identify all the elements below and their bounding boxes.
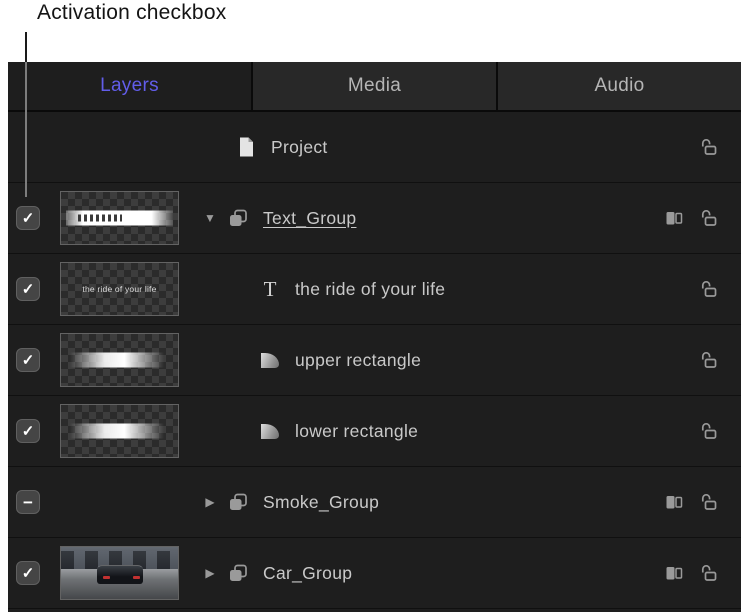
checkbox-cell: ✓ — [8, 206, 60, 230]
check-icon: ✓ — [22, 282, 35, 297]
mixed-state-icon: − — [23, 494, 33, 511]
group-icon — [223, 207, 253, 229]
disclosure-triangle-expanded-icon[interactable]: ▼ — [197, 211, 223, 225]
row-right-icons — [699, 279, 741, 299]
shape-layer-icon — [255, 424, 285, 439]
unlock-icon[interactable] — [699, 279, 719, 299]
thumbnail-car — [97, 565, 143, 585]
unlock-icon[interactable] — [699, 137, 719, 157]
activation-checkbox[interactable]: ✓ — [16, 419, 40, 443]
check-icon: ✓ — [22, 424, 35, 439]
activation-checkbox[interactable]: ✓ — [16, 561, 40, 585]
check-icon: ✓ — [22, 353, 35, 368]
layer-content: ▼ Text_Group — [195, 207, 664, 229]
layer-content: T the ride of your life — [195, 277, 699, 302]
thumbnail-text-marks — [78, 215, 122, 222]
layer-thumbnail[interactable]: the ride of your life — [60, 262, 179, 316]
layer-row-lower-rectangle[interactable]: ✓ lower rectangle — [8, 396, 741, 467]
tab-audio[interactable]: Audio — [498, 62, 741, 110]
layer-row-smoke-group[interactable]: − ▶ Smoke_Group — [8, 467, 741, 538]
row-right-icons — [664, 492, 741, 512]
group-frames-icon[interactable] — [664, 563, 684, 583]
unlock-icon[interactable] — [699, 421, 719, 441]
thumbnail-cell — [60, 333, 195, 387]
unlock-icon[interactable] — [699, 350, 719, 370]
layer-thumbnail[interactable] — [60, 191, 179, 245]
activation-checkbox[interactable]: ✓ — [16, 348, 40, 372]
thumbnail-cell — [60, 546, 195, 600]
layer-content: Project — [195, 136, 699, 158]
layer-content: lower rectangle — [195, 421, 699, 442]
layers-panel: Layers Media Audio Project ✓ — [8, 62, 741, 612]
activation-checkbox[interactable]: ✓ — [16, 206, 40, 230]
thumbnail-cell — [60, 404, 195, 458]
tab-layers[interactable]: Layers — [8, 62, 253, 110]
group-icon — [223, 562, 253, 584]
unlock-icon[interactable] — [699, 208, 719, 228]
group-frames-icon[interactable] — [664, 208, 684, 228]
group-frames-icon[interactable] — [664, 492, 684, 512]
row-right-icons — [664, 208, 741, 228]
text-layer-icon: T — [255, 277, 285, 302]
layer-name[interactable]: Car_Group — [263, 563, 352, 584]
checkbox-cell: − — [8, 490, 60, 514]
layers-list: Project ✓ ▼ T — [8, 112, 741, 609]
disclosure-triangle-collapsed-icon[interactable]: ▶ — [197, 566, 223, 580]
thumbnail-cell — [60, 191, 195, 245]
activation-checkbox[interactable]: ✓ — [16, 277, 40, 301]
row-right-icons — [699, 137, 741, 157]
layer-row-text-group[interactable]: ✓ ▼ Text_Group — [8, 183, 741, 254]
layer-name[interactable]: the ride of your life — [295, 279, 445, 300]
row-right-icons — [664, 563, 741, 583]
unlock-icon[interactable] — [699, 492, 719, 512]
layer-name[interactable]: Text_Group — [263, 208, 356, 229]
checkbox-cell: ✓ — [8, 419, 60, 443]
tab-media[interactable]: Media — [253, 62, 498, 110]
layer-name[interactable]: Smoke_Group — [263, 492, 379, 513]
layer-thumbnail[interactable] — [60, 404, 179, 458]
layer-row-upper-rectangle[interactable]: ✓ upper rectangle — [8, 325, 741, 396]
thumbnail-gradient-band — [66, 211, 174, 226]
layer-content: ▶ Smoke_Group — [195, 491, 664, 513]
layer-name[interactable]: lower rectangle — [295, 421, 418, 442]
thumbnail-cell: the ride of your life — [60, 262, 195, 316]
callout-label: Activation checkbox — [37, 1, 226, 25]
callout-line-panel-segment — [25, 62, 27, 197]
thumbnail-text: the ride of your life — [61, 263, 178, 315]
layer-row-project[interactable]: Project — [8, 112, 741, 183]
thumbnail-taillights — [103, 576, 110, 579]
layer-name[interactable]: upper rectangle — [295, 350, 421, 371]
checkbox-cell: ✓ — [8, 277, 60, 301]
check-icon: ✓ — [22, 566, 35, 581]
row-right-icons — [699, 350, 741, 370]
layer-content: upper rectangle — [195, 350, 699, 371]
layer-thumbnail[interactable] — [60, 333, 179, 387]
layer-name[interactable]: Project — [271, 137, 328, 158]
layer-row-ride-text[interactable]: ✓ the ride of your life T the ride of yo… — [8, 254, 741, 325]
thumbnail-gradient-band — [70, 424, 168, 439]
callout-line — [25, 32, 27, 62]
activation-checkbox-mixed[interactable]: − — [16, 490, 40, 514]
layer-content: ▶ Car_Group — [195, 562, 664, 584]
row-right-icons — [699, 421, 741, 441]
layer-thumbnail[interactable] — [60, 546, 179, 600]
shape-layer-icon — [255, 353, 285, 368]
tab-bar: Layers Media Audio — [8, 62, 741, 112]
thumbnail-gradient-band — [70, 353, 168, 368]
layer-row-car-group[interactable]: ✓ ▶ Car_Group — [8, 538, 741, 609]
check-icon: ✓ — [22, 211, 35, 226]
unlock-icon[interactable] — [699, 563, 719, 583]
project-document-icon — [231, 136, 261, 158]
disclosure-triangle-collapsed-icon[interactable]: ▶ — [197, 495, 223, 509]
checkbox-cell: ✓ — [8, 561, 60, 585]
group-icon — [223, 491, 253, 513]
checkbox-cell: ✓ — [8, 348, 60, 372]
